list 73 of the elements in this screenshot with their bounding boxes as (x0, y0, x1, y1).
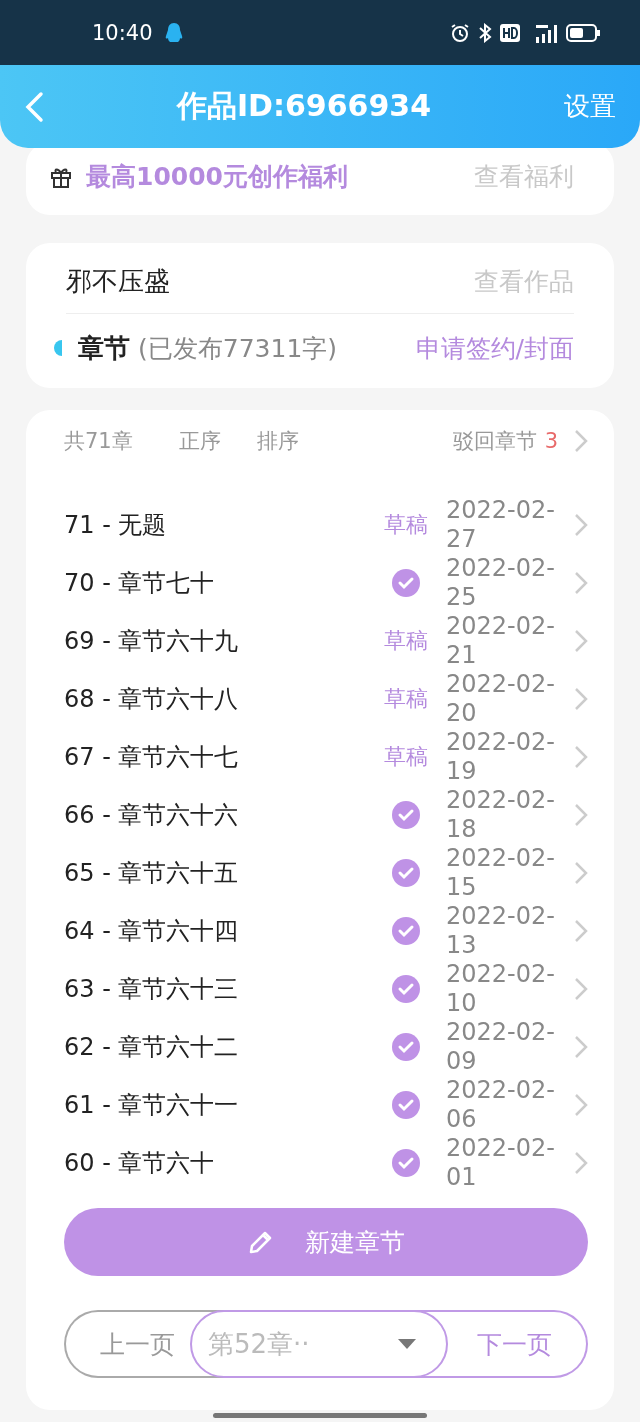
chapter-title: 66 - 章节六十六 (64, 800, 240, 831)
chapter-row[interactable]: 70 - 章节七十 2022-02-25 (64, 554, 588, 612)
chapter-row[interactable]: 61 - 章节六十一 2022-02-06 (64, 1076, 588, 1134)
chapter-row[interactable]: 64 - 章节六十四 2022-02-13 (64, 902, 588, 960)
chapter-row[interactable]: 62 - 章节六十二 2022-02-09 (64, 1018, 588, 1076)
chapter-title: 62 - 章节六十二 (64, 1032, 240, 1063)
chevron-right-icon (574, 429, 588, 453)
chapter-count: 共71章 (64, 428, 133, 455)
draft-label: 草稿 (384, 743, 428, 771)
chapter-title: 69 - 章节六十九 (64, 626, 240, 657)
chapter-title: 63 - 章节六十三 (64, 974, 240, 1005)
chevron-right-icon (574, 1035, 588, 1059)
check-icon (392, 917, 420, 945)
chapter-title: 70 - 章节七十 (64, 568, 216, 599)
chevron-right-icon (574, 1093, 588, 1117)
chapter-row[interactable]: 65 - 章节六十五 2022-02-15 (64, 844, 588, 902)
chapter-date: 2022-02-13 (446, 902, 556, 960)
draft-label: 草稿 (384, 685, 428, 713)
check-icon (392, 801, 420, 829)
chapter-date: 2022-02-15 (446, 844, 556, 902)
penguin-icon (164, 21, 183, 44)
chapter-row[interactable]: 66 - 章节六十六 2022-02-18 (64, 786, 588, 844)
chevron-right-icon (574, 919, 588, 943)
chapter-date: 2022-02-09 (446, 1018, 556, 1076)
back-button[interactable] (24, 90, 44, 123)
hd-icon (500, 23, 520, 42)
page-title: 作品ID:6966934 (175, 87, 433, 125)
check-icon (392, 1091, 420, 1119)
chapter-date: 2022-02-18 (446, 786, 556, 844)
chapter-date: 2022-02-25 (446, 554, 556, 612)
chevron-right-icon (574, 977, 588, 1001)
chapter-date: 2022-02-01 (446, 1134, 556, 1192)
check-icon (392, 569, 420, 597)
work-title: 邪不压盛 (66, 264, 170, 298)
alarm-icon (450, 22, 470, 43)
chapter-date: 2022-02-10 (446, 960, 556, 1018)
chapter-date: 2022-02-20 (446, 670, 556, 728)
check-icon (392, 1149, 420, 1177)
chapter-title: 64 - 章节六十四 (64, 916, 240, 947)
chapter-date: 2022-02-27 (446, 496, 556, 554)
word-count: (已发布77311字) (138, 332, 338, 365)
chevron-right-icon (574, 745, 588, 769)
chevron-right-icon (574, 629, 588, 653)
promo-text: 最高10000元创作福利 (86, 161, 348, 193)
check-icon (392, 975, 420, 1003)
caret-icon (398, 1339, 416, 1349)
chevron-right-icon (574, 861, 588, 885)
draft-label: 草稿 (384, 627, 428, 655)
chevron-right-icon (574, 687, 588, 711)
chapter-date: 2022-02-06 (446, 1076, 556, 1134)
chevron-right-icon (574, 1151, 588, 1175)
section-label: 章节 (78, 331, 130, 365)
chapter-row[interactable]: 63 - 章节六十三 2022-02-10 (64, 960, 588, 1018)
chapter-title: 67 - 章节六十七 (64, 742, 240, 773)
chapter-title: 61 - 章节六十一 (64, 1090, 240, 1121)
section-marker (54, 340, 62, 356)
chevron-right-icon (574, 513, 588, 537)
clock: 10:40 (92, 20, 153, 45)
check-icon (392, 1033, 420, 1061)
chapter-date: 2022-02-21 (446, 612, 556, 670)
chapter-title: 65 - 章节六十五 (64, 858, 240, 889)
chapter-date: 2022-02-19 (446, 728, 556, 786)
chapter-title: 71 - 无题 (64, 510, 168, 541)
rejected-count: 3 (544, 429, 558, 453)
chapter-title: 60 - 章节六十 (64, 1148, 216, 1179)
chevron-right-icon (574, 571, 588, 595)
chapter-row[interactable]: 60 - 章节六十 2022-02-01 (64, 1134, 588, 1192)
check-icon (392, 859, 420, 887)
bluetooth-icon (478, 22, 492, 43)
chevron-right-icon (574, 803, 588, 827)
battery-icon (566, 23, 600, 42)
draft-label: 草稿 (384, 511, 428, 539)
chapter-title: 68 - 章节六十八 (64, 684, 240, 715)
